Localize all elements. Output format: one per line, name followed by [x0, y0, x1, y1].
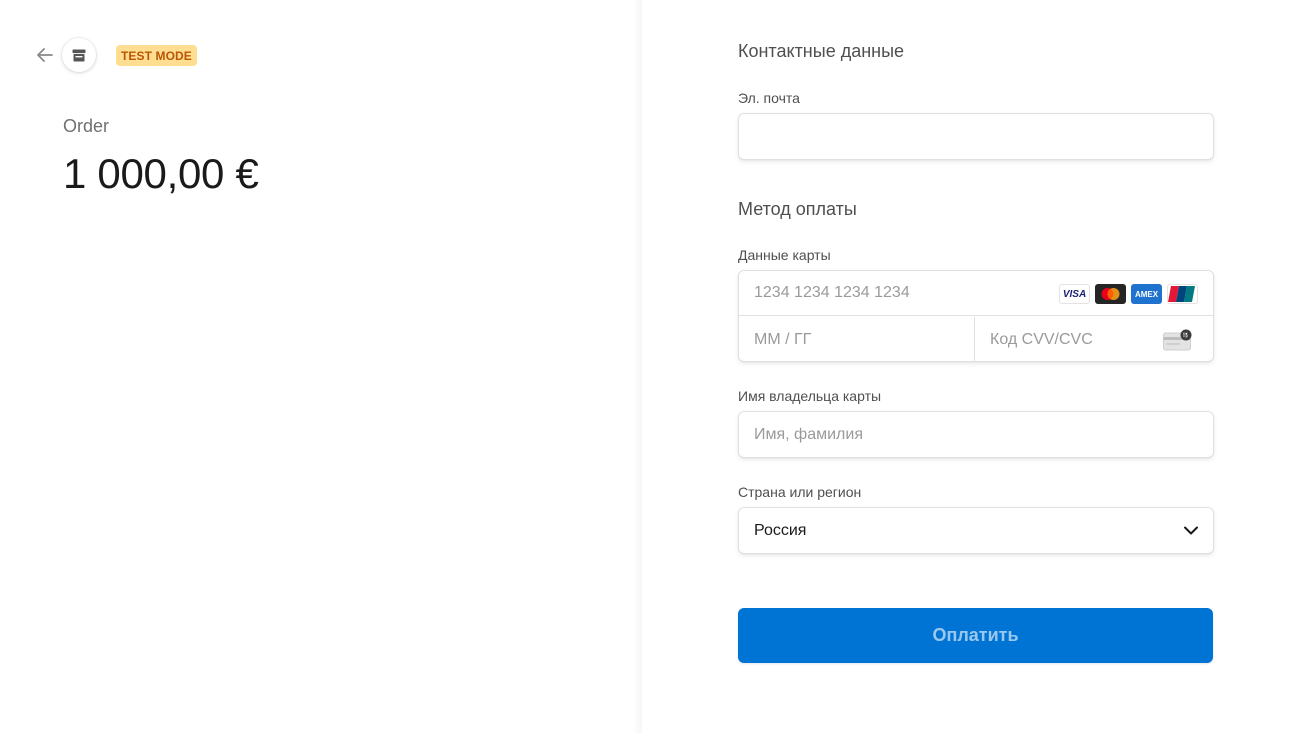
order-label: Order: [63, 116, 110, 136]
cardholder-name-container: [738, 411, 1214, 458]
cvc-card-icon: [1163, 329, 1195, 356]
order-amount: 1 000,00 €: [63, 150, 259, 197]
cardholder-name-input[interactable]: [739, 412, 1213, 457]
card-bottom-row: [739, 317, 1213, 362]
payment-section-title: Метод оплаты: [738, 199, 857, 219]
cvc-input[interactable]: [975, 317, 1145, 362]
country-selected-value: Россия: [754, 521, 807, 539]
contact-section-title: Контактные данные: [738, 41, 905, 61]
email-field[interactable]: [739, 114, 1213, 159]
unionpay-icon: [1167, 284, 1198, 304]
card-number-input[interactable]: [739, 271, 1039, 315]
mastercard-icon: [1095, 284, 1126, 304]
arrow-left-icon[interactable]: [34, 44, 56, 66]
pay-button[interactable]: Оплатить: [738, 608, 1213, 663]
card-details-group: VISA AMEX: [738, 270, 1214, 362]
email-field-container: [738, 113, 1214, 160]
panel-divider: [632, 0, 642, 733]
amex-icon: AMEX: [1131, 284, 1162, 304]
checkout-form-panel: Контактные данные Эл. почта Метод оплаты…: [642, 0, 1316, 733]
cvc-cell: [975, 317, 1213, 362]
header-row: TEST MODE: [34, 38, 197, 72]
store-icon: [62, 38, 96, 72]
expiry-cell: [739, 317, 975, 362]
chevron-down-icon: [1184, 522, 1198, 540]
expiry-input[interactable]: [739, 317, 974, 362]
order-summary-panel: TEST MODE Order 1 000,00 €: [0, 0, 637, 733]
country-label: Страна или регион: [738, 484, 862, 500]
email-label: Эл. почта: [738, 90, 800, 106]
card-brand-logos: VISA AMEX: [1059, 284, 1198, 304]
test-mode-badge: TEST MODE: [116, 44, 197, 66]
card-number-row: VISA AMEX: [739, 271, 1213, 316]
visa-icon: VISA: [1059, 284, 1090, 304]
cardholder-name-label: Имя владельца карты: [738, 388, 882, 404]
country-select[interactable]: Россия: [738, 507, 1214, 554]
card-details-label: Данные карты: [738, 247, 831, 263]
